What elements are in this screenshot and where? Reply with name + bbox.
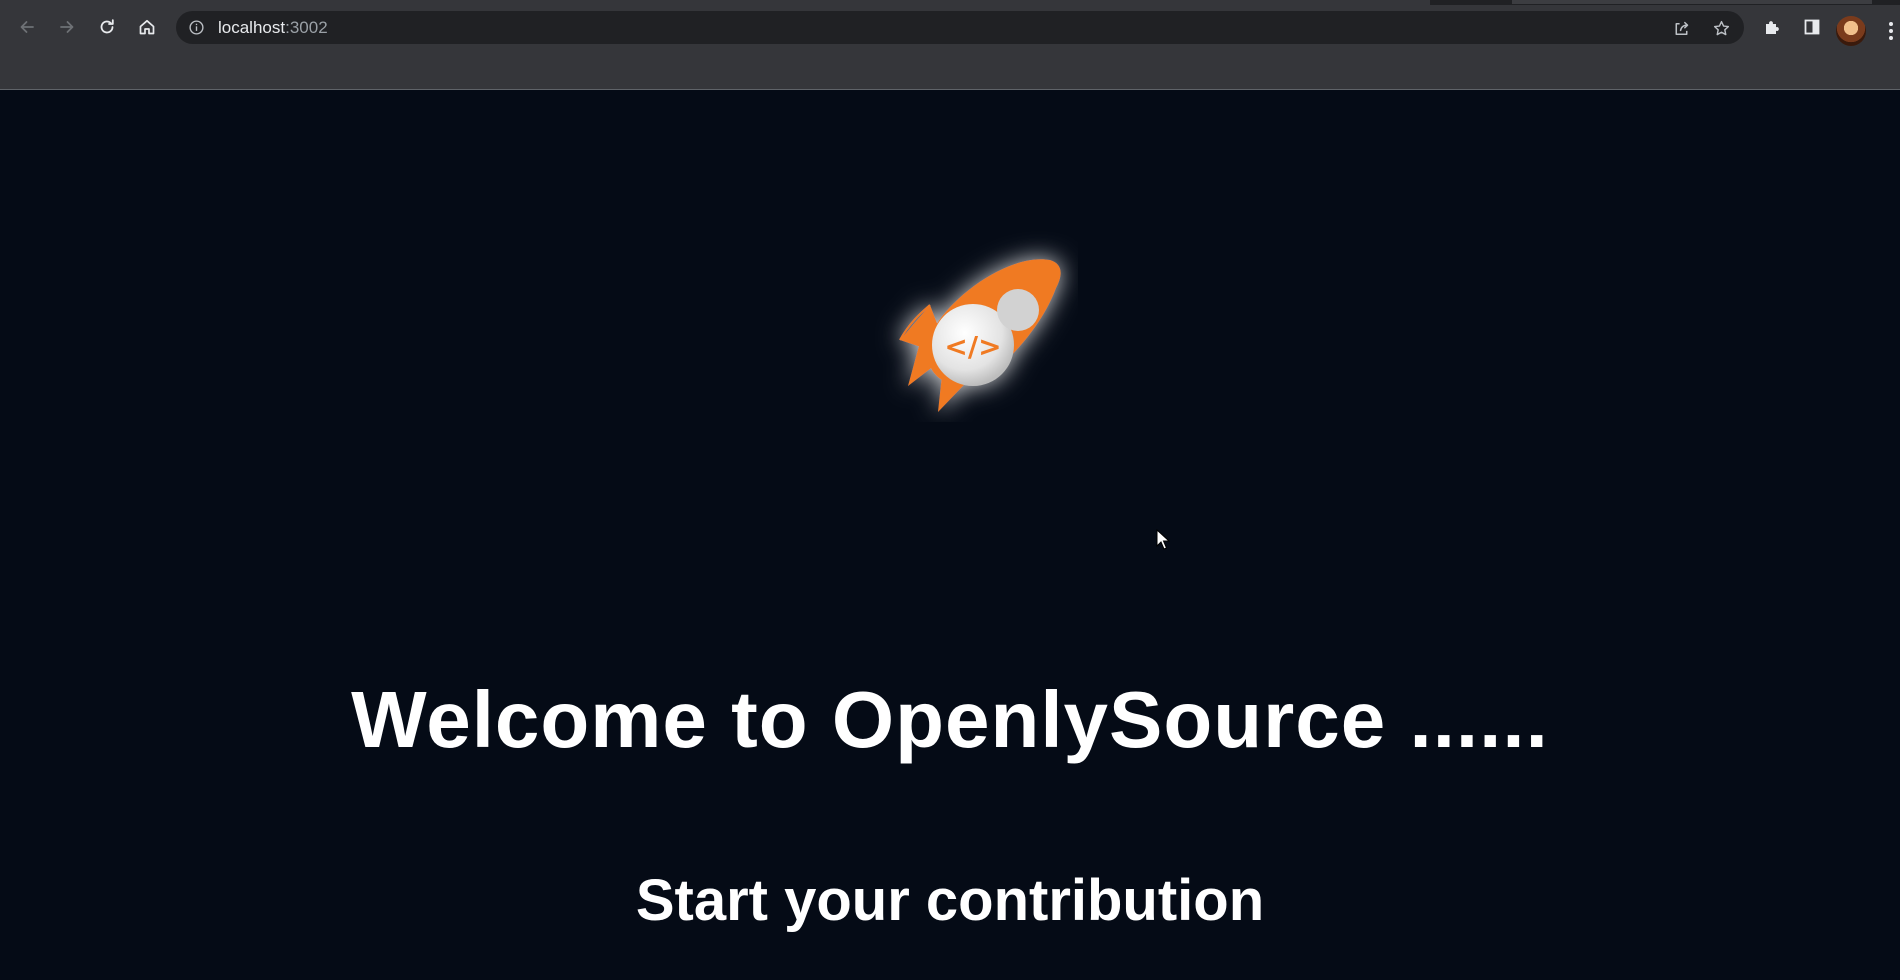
back-button[interactable] [9, 9, 45, 45]
rocket-logo: </> [899, 259, 1061, 412]
home-icon [139, 19, 155, 35]
info-icon[interactable] [188, 19, 205, 36]
kebab-menu-icon[interactable] [1888, 19, 1894, 43]
url-port: :3002 [285, 18, 328, 37]
arrow-right-icon [60, 21, 74, 33]
page-subtitle: Start your contribution [635, 868, 1265, 933]
reload-button[interactable] [89, 9, 125, 45]
browser-toolbar: localhost:3002 [0, 5, 1900, 49]
side-panel-icon [1804, 19, 1820, 35]
side-panel-button[interactable] [1794, 9, 1830, 45]
share-button[interactable] [1668, 15, 1694, 41]
puzzle-icon [1766, 21, 1779, 34]
star-icon [1713, 20, 1729, 35]
bookmark-button[interactable] [1708, 15, 1734, 41]
bookmarks-bar [0, 49, 1900, 89]
reload-icon [100, 19, 114, 34]
tab-inactive[interactable] [1512, 0, 1872, 4]
page-title: Welcome to OpenlySource ...... [351, 675, 1549, 764]
extensions-button[interactable] [1754, 9, 1790, 45]
browser-chrome: localhost:3002 [0, 0, 1900, 90]
home-button[interactable] [129, 9, 165, 45]
code-glyph: </> [944, 330, 1001, 363]
page-content: </> Welcome to OpenlySource ...... Start… [0, 90, 1900, 980]
avatar[interactable] [1836, 16, 1866, 46]
mouse-cursor-icon [1156, 529, 1170, 550]
address-bar[interactable]: localhost:3002 [176, 11, 1744, 44]
url-host: localhost [218, 18, 286, 37]
arrow-left-icon [20, 21, 34, 33]
share-icon [1675, 21, 1688, 35]
forward-button[interactable] [49, 9, 85, 45]
address-url[interactable]: localhost:3002 [218, 11, 328, 44]
